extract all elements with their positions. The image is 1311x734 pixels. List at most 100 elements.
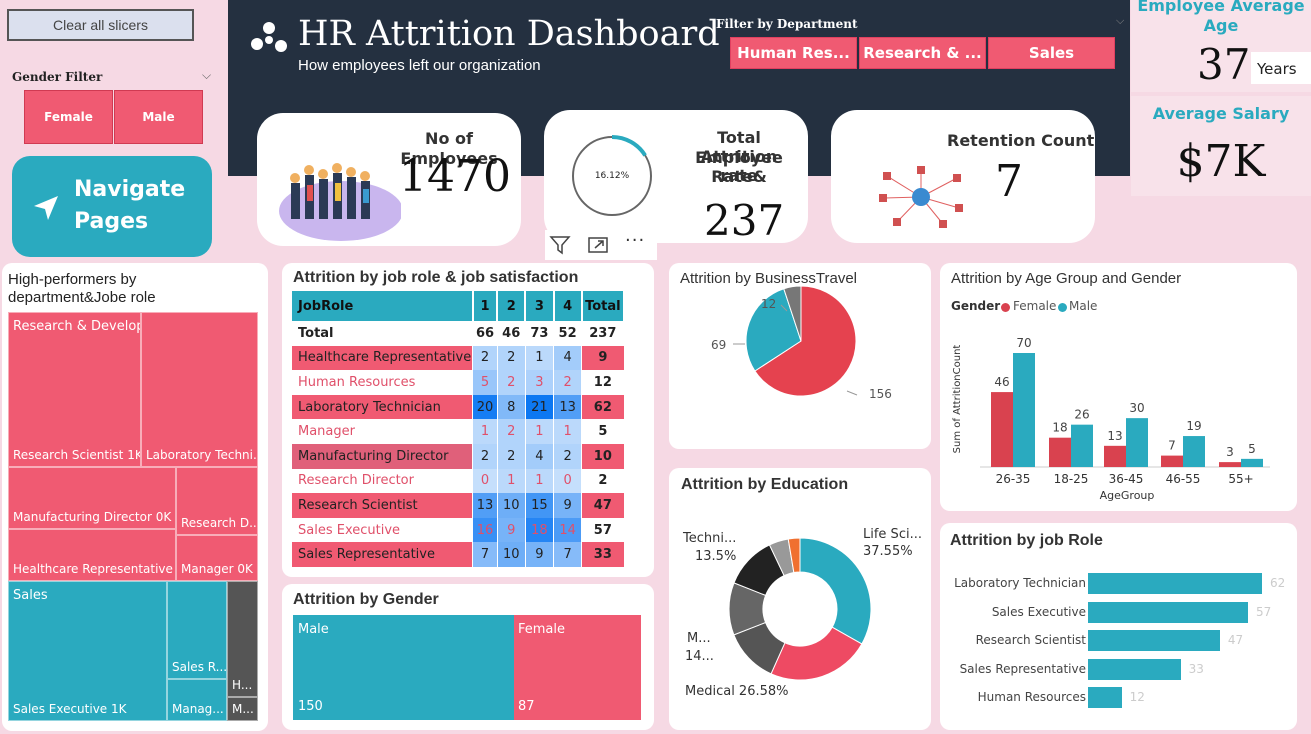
row-label: Laboratory Technician <box>292 394 474 420</box>
chevron-down-icon[interactable]: ⌵ <box>1116 14 1124 28</box>
age-bar-male[interactable] <box>1241 458 1263 467</box>
role-bar[interactable] <box>1088 573 1262 594</box>
treemap-cell-sales-rep[interactable]: Sales R... <box>167 581 227 679</box>
business-travel-pie[interactable]: 156 69 12 <box>669 263 931 449</box>
role-bar[interactable] <box>1088 602 1248 623</box>
table-row[interactable]: Human Resources 5 2 3 2 12 <box>292 370 625 395</box>
treemap-label: Manufacturing Director 0K <box>13 510 172 524</box>
role-bar[interactable] <box>1088 687 1122 708</box>
table-cell: 2 <box>497 370 526 395</box>
table-cell: 21 <box>525 394 555 420</box>
table-row[interactable]: Laboratory Technician 20 8 21 13 62 <box>292 394 625 420</box>
table-cell: 1 <box>525 345 555 371</box>
table-cell: 2 <box>497 345 526 371</box>
treemap-cell-research-director[interactable]: Research D... <box>176 467 258 535</box>
treemap-label: Manager 0K <box>181 562 253 576</box>
page-subtitle: How employees left our organization <box>298 57 541 74</box>
table-cell: 0 <box>553 468 583 494</box>
clear-all-slicers-button[interactable]: Clear all slicers <box>7 9 194 41</box>
treemap-cell-healthcare-rep[interactable]: Healthcare Representative 0K <box>8 529 176 581</box>
table-row[interactable]: Healthcare Representative 2 2 1 4 9 <box>292 345 625 371</box>
female-filter-button[interactable]: Female <box>24 90 113 144</box>
role-tick-label: Research Scientist <box>975 633 1086 647</box>
chevron-down-icon[interactable]: ⌵ <box>202 68 211 83</box>
role-bar-value: 33 <box>1188 662 1204 676</box>
table-row[interactable]: Manufacturing Director 2 2 4 2 10 <box>292 443 625 469</box>
role-tick-label: Sales Representative <box>959 662 1086 676</box>
dept-sales-button[interactable]: Sales <box>988 37 1115 69</box>
male-filter-button[interactable]: Male <box>114 90 203 144</box>
age-bar-male[interactable] <box>1126 418 1148 467</box>
role-bar-value: 57 <box>1255 605 1272 619</box>
treemap-cell-manager[interactable]: Manager 0K <box>176 535 258 581</box>
age-bar-male[interactable] <box>1183 436 1205 467</box>
table-header-cell[interactable]: 1 <box>472 291 499 321</box>
treemap-title-2: department&Jobe role <box>8 289 156 306</box>
avg-age-unit: Years <box>1251 52 1311 84</box>
more-options-icon[interactable]: ··· <box>625 230 645 251</box>
table-cell: 13 <box>553 394 583 420</box>
age-bar-chart[interactable]: Sum of AttritionCount AgeGroup 46 70 26-35… <box>940 263 1297 511</box>
education-card: Attrition by Education Life Sci... 37.55… <box>669 468 931 730</box>
navigate-pages-button[interactable]: Navigate Pages <box>12 156 212 257</box>
table-row[interactable]: Total 66 46 73 52 237 <box>292 321 625 346</box>
pages-label: Pages <box>74 209 149 234</box>
row-label: Manufacturing Director <box>292 443 474 469</box>
dept-human-resources-button[interactable]: Human Res... <box>730 37 857 69</box>
treemap-label: Sales R... <box>172 660 227 674</box>
table-header-cell[interactable]: JobRole <box>292 291 474 321</box>
table-row[interactable]: Sales Representative 7 10 9 7 33 <box>292 542 625 567</box>
x-tick-label: 46-55 <box>1166 472 1201 486</box>
treemap-label: H... <box>232 678 253 692</box>
table-header-cell[interactable]: 4 <box>553 291 583 321</box>
table-header-cell[interactable]: 2 <box>497 291 527 321</box>
education-donut[interactable]: Life Sci... 37.55% Medical 26.58% M... 1… <box>669 468 931 730</box>
travel-label-rarely: 156 <box>869 387 892 401</box>
filter-icon[interactable] <box>549 235 571 255</box>
age-y-axis-label: Sum of AttritionCount <box>952 345 963 454</box>
age-bar-female[interactable] <box>1161 455 1183 467</box>
table-cell: 9 <box>497 517 526 543</box>
role-bar[interactable] <box>1088 659 1181 680</box>
donut-slice[interactable] <box>799 537 872 645</box>
age-bar-female[interactable] <box>1049 437 1071 467</box>
table-cell: 15 <box>525 493 555 518</box>
edu-label-techni: Techni... <box>682 531 736 546</box>
page-title: HR Attrition Dashboard <box>298 14 720 54</box>
dept-research-button[interactable]: Research & ... <box>859 37 986 69</box>
edu-label-medical: Medical 26.58% <box>685 684 789 699</box>
job-satisfaction-matrix: JobRole 1 2 3 4 Total Total 66 46 73 52 237 Healthca… <box>292 291 626 567</box>
age-bar-female[interactable] <box>1219 462 1241 467</box>
travel-label-frequently: 69 <box>711 338 726 352</box>
table-row[interactable]: Research Scientist 13 10 15 9 47 <box>292 493 625 518</box>
table-row[interactable]: Manager 1 2 1 1 5 <box>292 419 625 444</box>
age-bar-female[interactable] <box>1104 445 1126 467</box>
focus-mode-icon[interactable] <box>587 235 609 255</box>
treemap-cell-lab-technician[interactable]: Laboratory Techni... <box>141 312 258 467</box>
bar-data-label: 19 <box>1186 419 1201 433</box>
avg-salary-title: Average Salary <box>1152 104 1290 123</box>
table-row[interactable]: Research Director 0 1 1 0 2 <box>292 468 625 494</box>
table-header-cell[interactable]: 3 <box>525 291 555 321</box>
table-cell: 9 <box>581 345 625 371</box>
treemap-cell-hr-group[interactable]: H... <box>227 581 258 697</box>
table-header-cell[interactable]: Total <box>581 291 626 321</box>
gender-female-block[interactable]: Female 87 <box>514 615 641 720</box>
treemap-cell-manufacturing-director[interactable]: Manufacturing Director 0K <box>8 467 176 529</box>
age-bar-female[interactable] <box>991 392 1013 467</box>
treemap-label: Laboratory Techni... <box>146 448 258 462</box>
treemap-cell-hr-manager[interactable]: M... <box>227 697 258 721</box>
table-row[interactable]: Sales Executive 16 9 18 14 57 <box>292 517 625 543</box>
treemap-cell-research-scientist[interactable]: Research & Development Research Scientist… <box>8 312 141 467</box>
role-bar[interactable] <box>1088 630 1220 651</box>
bar-data-label: 3 <box>1226 445 1234 459</box>
gender-male-block[interactable]: Male 150 <box>293 615 514 720</box>
treemap-cell-sales-manager[interactable]: Manag... <box>167 679 227 721</box>
treemap-cell-sales-executive[interactable]: Sales Sales Executive 1K <box>8 581 167 721</box>
age-bar-male[interactable] <box>1013 353 1035 467</box>
age-bar-male[interactable] <box>1071 424 1093 467</box>
avg-salary-card: Average Salary $7K <box>1131 96 1311 196</box>
treemap-label: Healthcare Representative 0K <box>13 562 176 576</box>
treemap-label: Sales Executive 1K <box>13 702 127 716</box>
table-cell: 8 <box>497 394 526 420</box>
